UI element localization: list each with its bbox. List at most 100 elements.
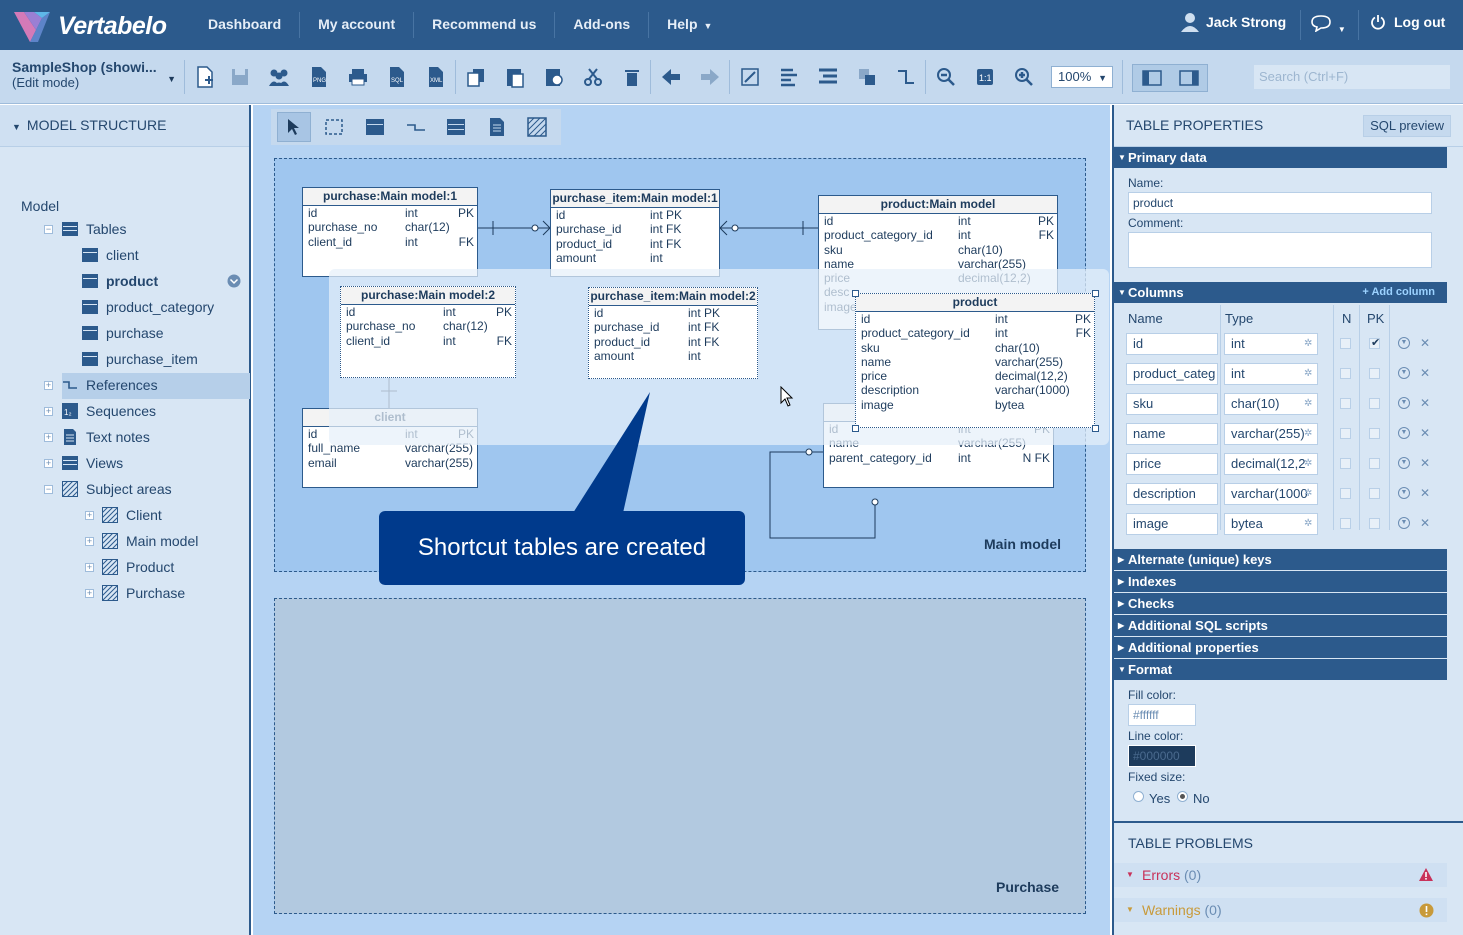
table-column-row[interactable]: name varchar(255): [856, 355, 1094, 369]
expand-icon[interactable]: +: [85, 511, 94, 520]
table-column-row[interactable]: purchase_id int FK: [551, 222, 719, 236]
tree-model[interactable]: Model: [21, 193, 59, 219]
column-name-input[interactable]: image: [1126, 513, 1218, 535]
nullable-checkbox[interactable]: [1340, 428, 1351, 439]
table-column-row[interactable]: purchase_no char(12): [341, 319, 515, 333]
errors-row[interactable]: ▼ Errors (0): [1114, 863, 1447, 887]
chevron-down-icon[interactable]: ▼: [1398, 457, 1410, 469]
table-purchase-item-main-1[interactable]: purchase_item:Main model:1 id int PK purcha…: [550, 189, 720, 277]
tree-table-product-category[interactable]: product_category: [82, 294, 214, 320]
nullable-checkbox[interactable]: [1340, 458, 1351, 469]
table-column-row[interactable]: image bytea: [856, 398, 1094, 412]
tree-references[interactable]: References: [62, 372, 158, 398]
tree-area-client[interactable]: Client: [102, 502, 162, 528]
fill-color-input[interactable]: #ffffff: [1128, 704, 1196, 726]
pk-checkbox[interactable]: ✔: [1369, 337, 1380, 349]
nullable-checkbox[interactable]: [1340, 518, 1351, 529]
table-column-row[interactable]: product_category_id int FK: [856, 326, 1094, 340]
redo-button[interactable]: [697, 64, 723, 90]
column-name-input[interactable]: id: [1126, 333, 1218, 355]
chevron-down-icon[interactable]: ▼: [1398, 427, 1410, 439]
export-sql-button[interactable]: SQL: [384, 64, 410, 90]
table-column-row[interactable]: id int PK: [303, 206, 477, 220]
edit-style-button[interactable]: [737, 64, 763, 90]
logout-button[interactable]: Log out: [1370, 14, 1445, 30]
table-purchase-main-1[interactable]: purchase:Main model:1 id int PK purchase_no c…: [302, 187, 478, 277]
search-input[interactable]: Search (Ctrl+F): [1253, 64, 1451, 90]
zoom-reset-button[interactable]: 1:1: [972, 64, 998, 90]
sql-preview-button[interactable]: SQL preview: [1363, 115, 1451, 137]
nav-help[interactable]: Help ▼: [649, 12, 730, 38]
collapse-icon[interactable]: −: [44, 225, 53, 234]
zoom-in-button[interactable]: [1011, 64, 1037, 90]
resize-handle[interactable]: [852, 425, 859, 432]
print-button[interactable]: [345, 64, 371, 90]
column-name-input[interactable]: product_categ: [1126, 363, 1218, 385]
tree-subject-areas[interactable]: Subject areas: [62, 476, 172, 502]
section-additional-sql[interactable]: ▶ Additional SQL scripts: [1114, 615, 1447, 636]
diagram-canvas[interactable]: Main model Purchase purchase:Main model:…: [253, 105, 1110, 935]
section-alternate-keys[interactable]: ▶ Alternate (unique) keys: [1114, 549, 1447, 570]
section-format[interactable]: ▼ Format: [1114, 659, 1447, 680]
toggle-right-panel-button[interactable]: [1170, 65, 1207, 91]
delete-column-icon[interactable]: ✕: [1420, 426, 1430, 440]
chevron-down-icon[interactable]: ▼: [1398, 517, 1410, 529]
table-product-selected[interactable]: product id int PK product_category_id int FK sk…: [855, 293, 1095, 428]
table-column-row[interactable]: amount int: [589, 349, 757, 363]
align-button[interactable]: [776, 64, 802, 90]
table-column-row[interactable]: product_id int FK: [589, 335, 757, 349]
table-column-row[interactable]: client_id int FK: [341, 334, 515, 348]
table-column-row[interactable]: product_category_id int FK: [819, 228, 1057, 242]
table-column-row[interactable]: amount int: [551, 251, 719, 265]
row-menu-icon[interactable]: [227, 274, 241, 288]
table-column-row[interactable]: id int PK: [551, 208, 719, 222]
comment-textarea[interactable]: [1128, 232, 1432, 268]
tree-tables[interactable]: Tables: [62, 216, 126, 242]
column-name-input[interactable]: sku: [1126, 393, 1218, 415]
paste-button[interactable]: [502, 64, 528, 90]
zoom-select[interactable]: 100% ▼: [1051, 66, 1113, 88]
expand-icon[interactable]: +: [44, 433, 53, 442]
toggle-left-panel-button[interactable]: [1133, 65, 1170, 91]
warnings-row[interactable]: ▼ Warnings (0): [1114, 898, 1447, 922]
collapse-icon[interactable]: −: [44, 485, 53, 494]
expand-icon[interactable]: +: [44, 407, 53, 416]
chevron-down-icon[interactable]: ▼: [1398, 367, 1410, 379]
copy-button[interactable]: [463, 64, 489, 90]
table-purchase-main-2[interactable]: purchase:Main model:2 id int PK purchase_no c…: [340, 286, 516, 378]
tree-views[interactable]: Views: [62, 450, 123, 476]
table-column-row[interactable]: product_id int FK: [551, 237, 719, 251]
gear-icon[interactable]: ✲: [1304, 458, 1312, 469]
tree-table-purchase-item[interactable]: purchase_item: [82, 346, 198, 372]
table-column-row[interactable]: client_id int FK: [303, 235, 477, 249]
delete-column-icon[interactable]: ✕: [1420, 396, 1430, 410]
table-column-row[interactable]: id int PK: [589, 306, 757, 320]
zoom-out-button[interactable]: [933, 64, 959, 90]
expand-icon[interactable]: +: [85, 589, 94, 598]
arrange-button[interactable]: [854, 64, 880, 90]
table-column-row[interactable]: id int PK: [819, 214, 1057, 228]
model-structure-header[interactable]: ▼ MODEL STRUCTURE: [0, 105, 249, 147]
table-column-row[interactable]: id int PK: [856, 312, 1094, 326]
user-menu[interactable]: Jack Strong: [1180, 12, 1286, 32]
delete-column-icon[interactable]: ✕: [1420, 516, 1430, 530]
undo-button[interactable]: [658, 64, 684, 90]
chevron-down-icon[interactable]: ▼: [1398, 397, 1410, 409]
table-column-row[interactable]: parent_category_id int N FK: [824, 451, 1053, 465]
fixed-size-yes-radio[interactable]: [1133, 791, 1144, 802]
pk-checkbox[interactable]: [1369, 518, 1380, 529]
expand-icon[interactable]: +: [44, 459, 53, 468]
gear-icon[interactable]: ✲: [1304, 428, 1312, 439]
gear-icon[interactable]: ✲: [1304, 488, 1312, 499]
expand-icon[interactable]: +: [85, 563, 94, 572]
column-name-input[interactable]: description: [1126, 483, 1218, 505]
tree-table-product[interactable]: product: [82, 268, 158, 294]
tree-table-client[interactable]: client: [82, 242, 139, 268]
reference-style-button[interactable]: [893, 64, 919, 90]
nav-dashboard[interactable]: Dashboard: [190, 12, 301, 38]
pk-checkbox[interactable]: [1369, 398, 1380, 409]
save-button[interactable]: [227, 64, 253, 90]
delete-column-icon[interactable]: ✕: [1420, 456, 1430, 470]
pk-checkbox[interactable]: [1369, 428, 1380, 439]
distribute-button[interactable]: [815, 64, 841, 90]
